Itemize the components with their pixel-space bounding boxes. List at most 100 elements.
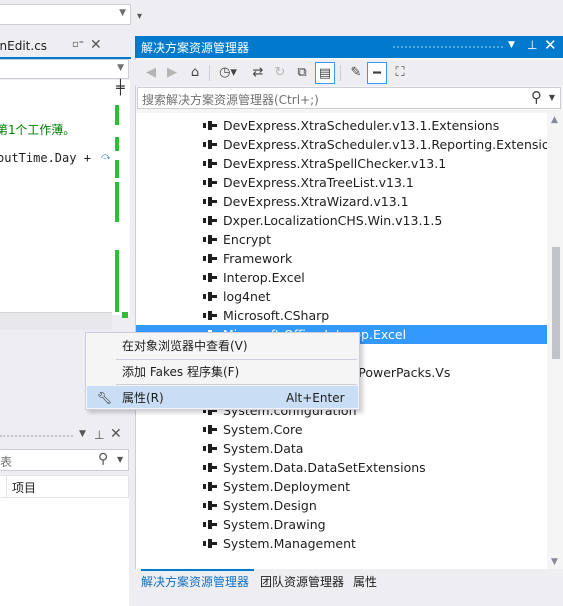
tree-item-label: log4net <box>223 289 271 304</box>
menu-separator <box>116 384 357 385</box>
code-editor[interactable]: 第1个工作薄。 outTime.Day + <box>0 80 112 312</box>
change-bar <box>115 182 119 222</box>
tree-item[interactable]: System.Data.DataSetExtensions <box>136 458 547 477</box>
scroll-up-icon[interactable]: ▲ <box>551 115 558 125</box>
change-bar <box>115 105 119 125</box>
window-menu-icon[interactable]: ▼ <box>508 40 515 50</box>
editor-horizontal-scrollbar[interactable] <box>0 312 112 330</box>
collapse-all-icon[interactable]: ⧉ <box>292 62 312 84</box>
project-combo[interactable]: ▼ <box>0 4 131 25</box>
class-diagram-icon[interactable]: ⛶ <box>390 62 410 84</box>
document-tab[interactable]: InEdit.cs ▫⁼ ✕ <box>0 36 108 57</box>
column-header-project[interactable]: 项目 <box>12 479 36 496</box>
tree-item-label: Microsoft.CSharp <box>223 308 330 323</box>
tool-search-text: 表 <box>0 455 13 469</box>
history-icon[interactable]: ◷▾ <box>215 62 241 84</box>
tree-item-label: DevExpress.XtraWizard.v13.1 <box>223 194 409 209</box>
tree-item[interactable]: System.Data <box>136 439 547 458</box>
reference-icon <box>203 121 217 130</box>
active-tab-indicator <box>141 569 254 571</box>
sync-icon[interactable]: ⇄ <box>248 62 268 84</box>
tree-item[interactable]: Dxper.LocalizationCHS.Win.v13.1.5 <box>136 211 547 230</box>
tree-item[interactable]: log4net <box>136 287 547 306</box>
tree-item[interactable]: Microsoft.CSharp <box>136 306 547 325</box>
tree-item-label: Encrypt <box>223 232 272 247</box>
close-icon[interactable]: ✕ <box>544 36 557 54</box>
tab-properties[interactable]: 属性 <box>353 573 377 590</box>
refresh-icon[interactable]: ↻ <box>270 62 290 84</box>
close-icon[interactable]: ✕ <box>90 37 102 53</box>
tree-item[interactable]: DevExpress.XtraScheduler.v13.1.Extension… <box>136 116 547 135</box>
tool-search-input[interactable]: 表 ⚲ ▼ <box>0 449 129 471</box>
reference-icon <box>203 311 217 320</box>
column-divider[interactable] <box>6 476 7 497</box>
reference-icon <box>203 216 217 225</box>
tree-item[interactable]: System.Core <box>136 420 547 439</box>
show-all-files-icon[interactable]: ▤ <box>315 62 335 84</box>
code-line: outTime.Day + <box>0 151 91 165</box>
change-bar <box>115 250 119 312</box>
tree-item[interactable]: System.Management <box>136 534 547 553</box>
grip <box>393 46 503 48</box>
code-comment: 第1个工作薄。 <box>0 123 76 137</box>
chevron-down-icon[interactable]: ▼ <box>549 93 555 102</box>
menu-item-view-in-object-browser[interactable]: 在对象浏览器中查看(V) <box>87 335 358 357</box>
tree-item[interactable]: System.Design <box>136 496 547 515</box>
reference-icon <box>203 539 217 548</box>
back-icon[interactable]: ◀ <box>141 62 161 84</box>
tree-item-label: System.Drawing <box>223 517 326 532</box>
forward-icon[interactable]: ▶ <box>162 62 182 84</box>
tree-item[interactable]: Interop.Excel <box>136 268 547 287</box>
solution-explorer-search[interactable]: 搜索解决方案资源管理器(Ctrl+;) ⚲ ▼ <box>137 87 561 109</box>
reference-icon <box>203 463 217 472</box>
chevron-down-icon: ▼ <box>117 63 124 73</box>
menu-item-properties[interactable]: 🔧︎ 属性(R) Alt+Enter <box>87 386 358 408</box>
reference-icon <box>203 273 217 282</box>
tree-item[interactable]: DevExpress.XtraTreeList.v13.1 <box>136 173 547 192</box>
tree-item-label: System.Deployment <box>223 479 351 494</box>
overflow-icon[interactable]: ▾ <box>137 11 142 22</box>
search-icon[interactable]: ⚲ <box>98 451 108 467</box>
tree-item-label: Framework <box>223 251 293 266</box>
menu-item-label: 添加 Fakes 程序集(F) <box>122 365 240 379</box>
search-icon[interactable]: ⚲ <box>531 88 542 106</box>
solution-explorer-title: 解决方案资源管理器 <box>141 41 250 55</box>
tree-item-label: DevExpress.XtraSpellChecker.v13.1 <box>223 156 447 171</box>
tool-window-header: ▼ ⊥ ✕ <box>0 426 131 446</box>
tool-table-header: 项目 <box>0 475 129 498</box>
tree-item-label: System.Management <box>223 536 356 551</box>
chevron-down-icon: ▼ <box>119 8 126 18</box>
tree-item[interactable]: DevExpress.XtraScheduler.v13.1.Reporting… <box>136 135 547 154</box>
member-combo[interactable]: ▼ <box>0 59 129 79</box>
menu-item-add-fakes-assembly[interactable]: 添加 Fakes 程序集(F) <box>87 361 358 383</box>
search-placeholder: 搜索解决方案资源管理器(Ctrl+;) <box>142 93 319 107</box>
tree-item[interactable]: System.Drawing <box>136 515 547 534</box>
tree-vertical-scrollbar[interactable]: ▲ ▼ <box>548 113 563 569</box>
tree-item[interactable]: DevExpress.XtraWizard.v13.1 <box>136 192 547 211</box>
window-menu-icon[interactable]: ▼ <box>79 429 86 439</box>
scroll-down-icon[interactable]: ▼ <box>551 557 558 567</box>
tool-table-body[interactable] <box>0 498 129 606</box>
reference-icon <box>203 444 217 453</box>
tree-item[interactable]: DevExpress.XtraSpellChecker.v13.1 <box>136 154 547 173</box>
tree-item[interactable]: System.Deployment <box>136 477 547 496</box>
chevron-down-icon[interactable]: ▼ <box>117 455 123 464</box>
reference-icon <box>203 235 217 244</box>
grip[interactable] <box>0 435 73 437</box>
solution-explorer-titlebar[interactable]: 解决方案资源管理器 ▼ ⊥ ✕ <box>135 36 563 58</box>
pin-icon[interactable]: ▫⁼ <box>72 39 84 50</box>
tree-item-label: Dxper.LocalizationCHS.Win.v13.1.5 <box>223 213 443 228</box>
split-editor-button[interactable]: ╪ <box>113 80 128 96</box>
pin-icon[interactable]: ⊥ <box>94 428 104 442</box>
tree-item[interactable]: Framework <box>136 249 547 268</box>
tab-solution-explorer[interactable]: 解决方案资源管理器 <box>141 573 249 590</box>
preview-icon[interactable]: ━ <box>367 62 387 84</box>
close-icon[interactable]: ✕ <box>110 426 122 442</box>
tab-team-explorer[interactable]: 团队资源管理器 <box>260 573 344 590</box>
wrench-icon[interactable]: ✎ <box>346 62 366 84</box>
scroll-thumb[interactable] <box>552 247 560 359</box>
tree-item[interactable]: Encrypt <box>136 230 547 249</box>
pin-icon[interactable]: ⊥ <box>527 38 537 52</box>
solution-explorer-toolbar: ◀ ▶ ⌂ ◷▾ ⇄ ↻ ⧉ ▤ ✎ ━ ⛶ <box>135 60 563 86</box>
home-icon[interactable]: ⌂ <box>185 62 205 84</box>
